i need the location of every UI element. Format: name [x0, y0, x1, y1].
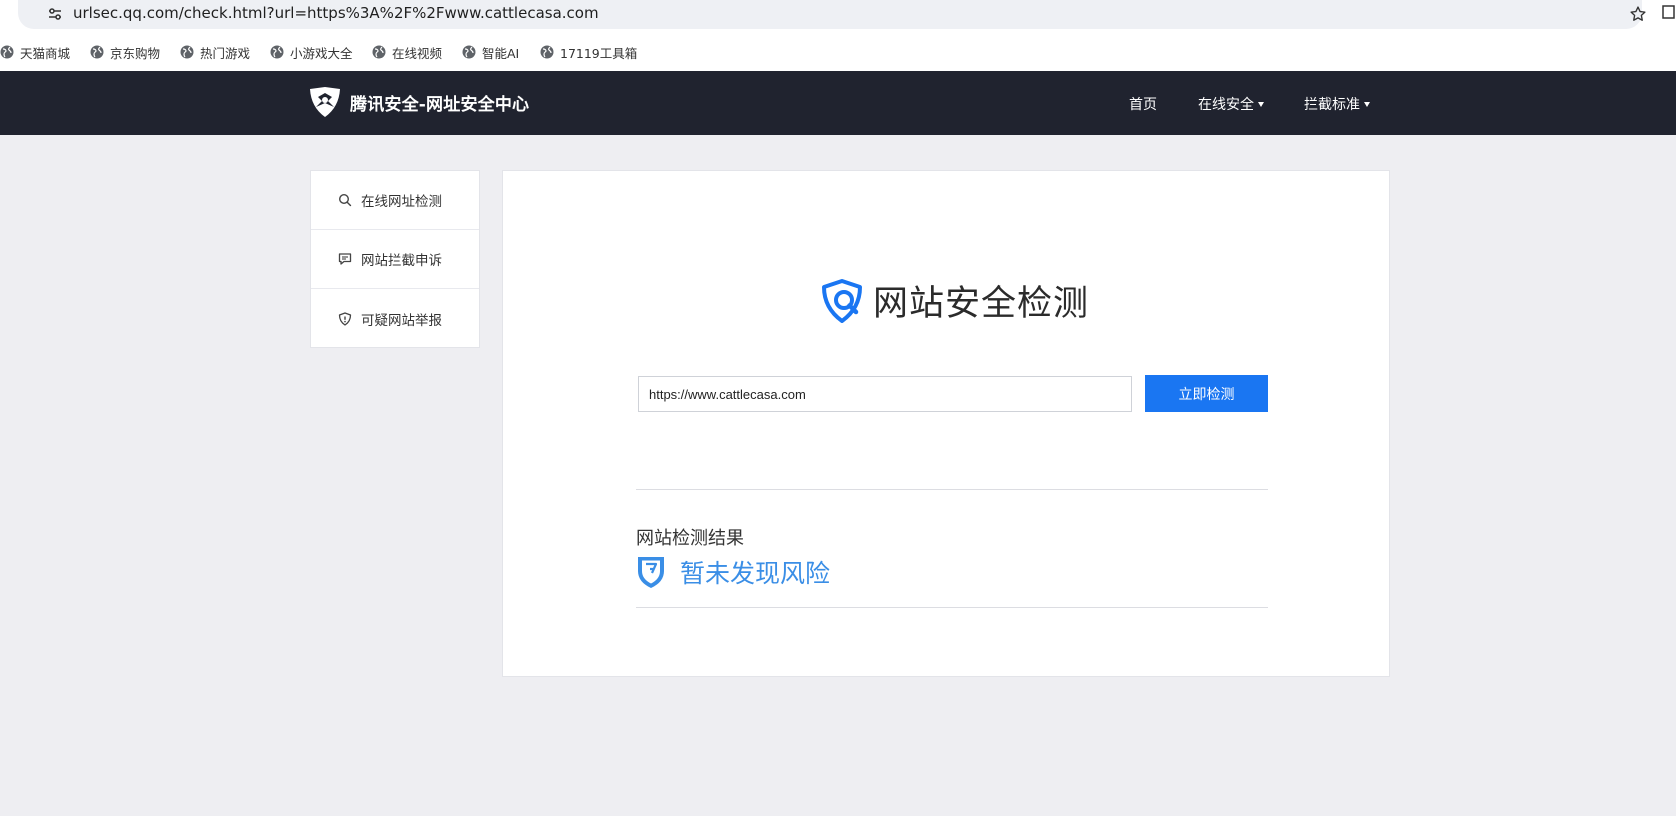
- caret-down-icon: [1364, 101, 1370, 107]
- bookmark-label: 17119工具箱: [560, 45, 638, 61]
- globe-icon: [540, 45, 554, 59]
- hero-heading: 网站安全检测: [819, 275, 1089, 326]
- result-label: 网站检测结果: [636, 528, 744, 549]
- safe-shield-icon: [638, 557, 664, 588]
- bookmark-item[interactable]: 智能AI: [462, 42, 519, 62]
- search-icon: [338, 193, 352, 207]
- site-settings-icon[interactable]: [44, 3, 66, 25]
- nav-home[interactable]: 首页: [1129, 94, 1157, 114]
- globe-icon: [180, 45, 194, 59]
- tencent-security-logo-icon: [310, 87, 340, 117]
- shield-alert-icon: [338, 311, 352, 326]
- main-card: 网站安全检测 立即检测 网站检测结果 暂未发现风险: [502, 170, 1390, 677]
- nav-online-security[interactable]: 在线安全: [1198, 94, 1264, 114]
- site-header: 腾讯安全-网址安全中心 首页 在线安全 拦截标准: [0, 71, 1676, 135]
- nav-home-label: 首页: [1129, 97, 1157, 113]
- globe-icon: [90, 45, 104, 59]
- bookmark-item[interactable]: 17119工具箱: [540, 42, 637, 62]
- bookmark-item[interactable]: 在线视频: [372, 42, 442, 62]
- address-bar[interactable]: urlsec.qq.com/check.html?url=https%3A%2F…: [18, 0, 1646, 29]
- result-status: 暂未发现风险: [636, 554, 830, 590]
- divider: [636, 489, 1268, 490]
- nav-online-security-label: 在线安全: [1198, 97, 1254, 113]
- browser-address-row: urlsec.qq.com/check.html?url=https%3A%2F…: [0, 0, 1676, 33]
- sidebar-item-block-appeal[interactable]: 网站拦截申诉: [311, 230, 479, 289]
- divider: [636, 607, 1268, 608]
- sidebar-item-report-suspicious[interactable]: 可疑网站举报: [311, 289, 479, 348]
- sidebar-item-label: 在线网址检测: [361, 194, 442, 210]
- check-now-button[interactable]: 立即检测: [1145, 375, 1268, 412]
- sidebar: 在线网址检测 网站拦截申诉 可疑网站举报: [310, 170, 480, 348]
- globe-icon: [372, 45, 386, 59]
- bookmark-item[interactable]: 热门游戏: [180, 42, 250, 62]
- bookmarks-bar: 天猫商城 京东购物 热门游戏 小游戏大全 在线视频 智能AI 17119工具箱: [0, 33, 1676, 71]
- bookmark-label: 热门游戏: [200, 45, 251, 61]
- globe-icon: [270, 45, 284, 59]
- security-check-logo-icon: [822, 278, 862, 323]
- bookmark-star-icon[interactable]: [1626, 2, 1650, 26]
- extensions-icon[interactable]: [1660, 2, 1676, 26]
- bookmark-item[interactable]: 京东购物: [90, 42, 160, 62]
- sidebar-item-label: 网站拦截申诉: [361, 253, 442, 269]
- bookmark-label: 小游戏大全: [290, 45, 353, 61]
- bookmark-item[interactable]: 小游戏大全: [270, 42, 353, 62]
- globe-icon: [462, 45, 476, 59]
- sidebar-item-label: 可疑网站举报: [361, 312, 442, 329]
- sidebar-item-url-check[interactable]: 在线网址检测: [311, 171, 479, 230]
- url-text[interactable]: urlsec.qq.com/check.html?url=https%3A%2F…: [73, 4, 599, 22]
- site-logo[interactable]: 腾讯安全-网址安全中心: [308, 85, 529, 119]
- url-input[interactable]: [638, 376, 1132, 412]
- result-text: 暂未发现风险: [680, 559, 831, 588]
- site-logo-text: 腾讯安全-网址安全中心: [350, 94, 530, 115]
- bookmark-label: 京东购物: [110, 45, 161, 61]
- bookmark-label: 智能AI: [482, 45, 520, 61]
- nav-block-standards-label: 拦截标准: [1304, 97, 1360, 113]
- nav-block-standards[interactable]: 拦截标准: [1304, 94, 1370, 114]
- bookmark-label: 天猫商城: [20, 45, 71, 61]
- chat-icon: [338, 253, 352, 265]
- bookmark-label: 在线视频: [392, 45, 443, 61]
- caret-down-icon: [1258, 101, 1264, 107]
- globe-icon: [0, 45, 14, 59]
- page-title: 网站安全检测: [873, 284, 1090, 324]
- bookmark-item[interactable]: 天猫商城: [0, 42, 70, 62]
